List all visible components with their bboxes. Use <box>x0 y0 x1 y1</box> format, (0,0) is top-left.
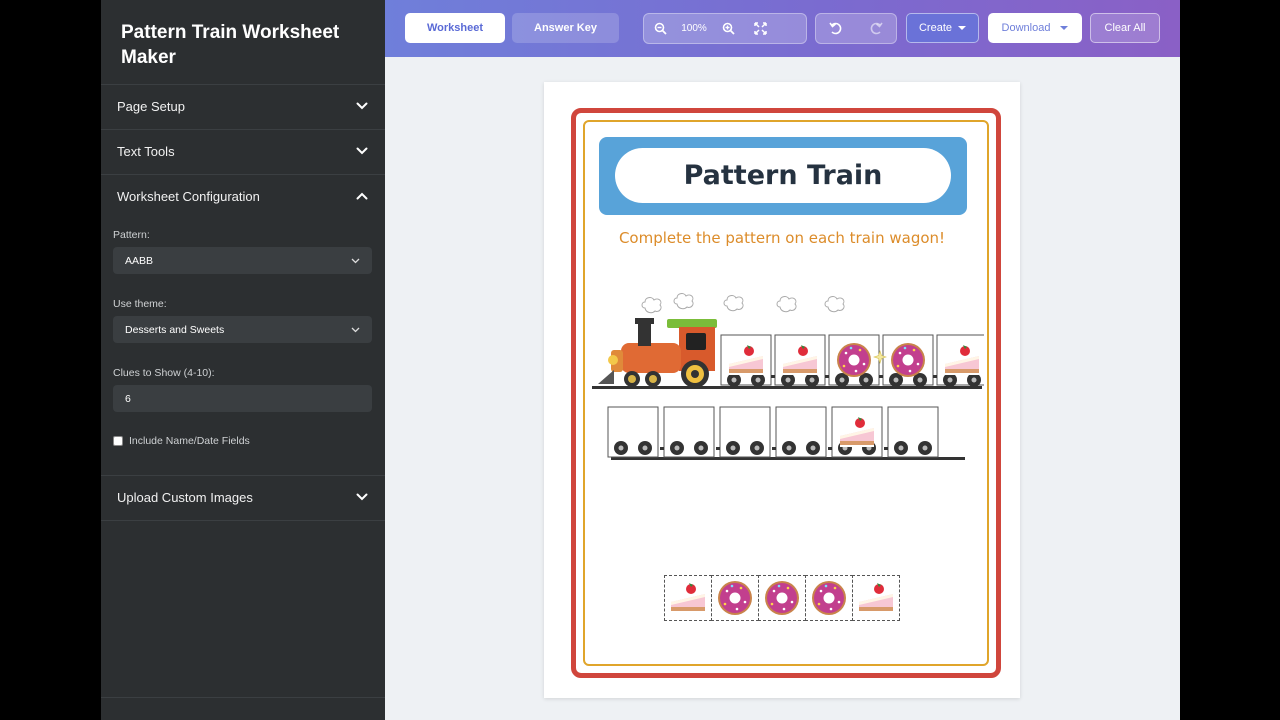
name-date-label: Include Name/Date Fields <box>129 435 250 447</box>
section-label: Page Setup <box>117 98 185 114</box>
chevron-up-icon <box>355 189 369 203</box>
wagon[interactable] <box>720 334 772 387</box>
donut-icon <box>718 581 752 615</box>
name-date-option[interactable]: Include Name/Date Fields <box>113 435 250 447</box>
fit-to-page-icon[interactable] <box>744 14 776 43</box>
wagon[interactable] <box>607 406 659 458</box>
theme-value: Desserts and Sweets <box>125 323 225 336</box>
wagon-row-2 <box>607 406 939 458</box>
smoke-puff-icon <box>776 296 797 313</box>
app-title: Pattern Train Worksheet Maker <box>121 22 340 68</box>
pattern-label: Pattern: <box>113 229 150 241</box>
donut-icon <box>812 581 846 615</box>
clear-all-button[interactable]: Clear All <box>1090 13 1160 43</box>
wagon[interactable] <box>825 334 880 387</box>
wagon[interactable] <box>879 334 934 387</box>
section-worksheet-configuration[interactable]: Worksheet Configuration <box>101 174 385 218</box>
section-label: Upload Custom Images <box>117 489 253 505</box>
chevron-down-icon <box>351 324 360 336</box>
title-banner[interactable]: Pattern Train <box>599 137 967 215</box>
answer-choice[interactable] <box>805 575 853 621</box>
chevron-down-icon <box>355 99 369 113</box>
answer-choices <box>664 575 900 621</box>
zoom-level: 100% <box>681 23 707 34</box>
caret-down-icon <box>958 26 967 30</box>
answer-choice[interactable] <box>711 575 759 621</box>
chevron-down-icon <box>351 255 360 267</box>
donut-icon <box>765 581 799 615</box>
name-date-checkbox[interactable] <box>113 436 123 446</box>
chevron-down-icon <box>355 144 369 158</box>
train-illustration <box>592 293 984 460</box>
worksheet-page: Pattern Train Complete the pattern on ea… <box>544 82 1020 698</box>
theme-select[interactable]: Desserts and Sweets <box>113 316 372 343</box>
worksheet-title: Pattern Train <box>683 160 883 191</box>
wagon[interactable] <box>771 334 826 387</box>
clues-value: 6 <box>125 392 131 405</box>
smoke-puff-icon <box>723 295 744 312</box>
wagon[interactable] <box>660 406 715 458</box>
theme-label: Use theme: <box>113 298 167 310</box>
app-window: Pattern Train Worksheet Maker Page Setup… <box>101 0 1180 720</box>
pattern-select[interactable]: AABB <box>113 247 372 274</box>
cake-icon <box>671 583 705 613</box>
divider <box>101 520 385 521</box>
zoom-out-icon[interactable] <box>644 14 676 43</box>
smoke-puff-icon <box>673 293 694 310</box>
wagon[interactable] <box>828 406 883 458</box>
create-label: Create <box>918 22 953 34</box>
history-controls <box>815 13 897 44</box>
wagon[interactable] <box>933 334 984 387</box>
create-button[interactable]: Create <box>906 13 979 43</box>
chevron-down-icon <box>355 490 369 504</box>
caret-down-icon <box>1060 26 1069 30</box>
smoke-puff-icon <box>641 297 662 314</box>
download-button[interactable]: Download <box>988 13 1082 43</box>
redo-icon[interactable] <box>856 14 896 43</box>
tab-worksheet[interactable]: Worksheet <box>405 13 505 43</box>
donut-icon <box>891 343 925 377</box>
locomotive-icon <box>598 318 717 388</box>
divider <box>101 697 385 698</box>
worksheet-subtitle[interactable]: Complete the pattern on each train wagon… <box>544 229 1020 247</box>
undo-icon[interactable] <box>816 14 856 43</box>
pattern-value: AABB <box>125 254 154 267</box>
smoke-puff-icon <box>824 296 845 313</box>
clues-label: Clues to Show (4-10): <box>113 367 215 379</box>
answer-choice[interactable] <box>758 575 806 621</box>
title-pill: Pattern Train <box>615 148 951 203</box>
section-label: Text Tools <box>117 143 175 159</box>
clues-input[interactable]: 6 <box>113 385 372 412</box>
cake-icon <box>859 583 893 613</box>
toolbar: Worksheet Answer Key 100% Create Downloa… <box>385 0 1180 57</box>
section-page-setup[interactable]: Page Setup <box>101 84 385 128</box>
wagon-row-1 <box>720 334 984 387</box>
wagon[interactable] <box>884 406 939 458</box>
zoom-in-icon[interactable] <box>712 14 744 43</box>
donut-icon <box>837 343 871 377</box>
wagon[interactable] <box>716 406 771 458</box>
section-text-tools[interactable]: Text Tools <box>101 129 385 173</box>
zoom-controls: 100% <box>643 13 807 44</box>
download-label: Download <box>1001 22 1051 34</box>
section-label: Worksheet Configuration <box>117 188 260 204</box>
wagon[interactable] <box>772 406 827 458</box>
answer-choice[interactable] <box>852 575 900 621</box>
tab-answer-key[interactable]: Answer Key <box>512 13 619 43</box>
answer-choice[interactable] <box>664 575 712 621</box>
sidebar: Pattern Train Worksheet Maker Page Setup… <box>101 0 385 720</box>
section-upload-custom-images[interactable]: Upload Custom Images <box>101 475 385 519</box>
